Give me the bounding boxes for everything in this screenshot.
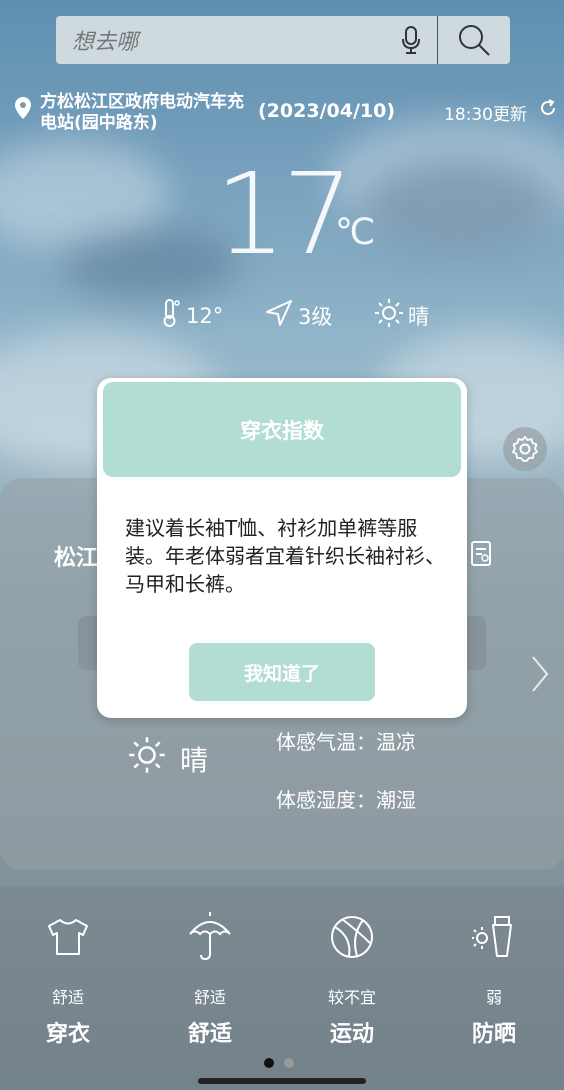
index-name: 舒适	[187, 1022, 232, 1047]
weather-stats: 12° 3级 晴	[0, 298, 564, 338]
shirt-icon	[8, 912, 128, 962]
index-level: 较不宜	[327, 988, 376, 1007]
chevron-right-icon[interactable]	[530, 654, 550, 698]
page-dot-active[interactable]	[264, 1058, 274, 1068]
sun-icon	[374, 298, 404, 333]
umbrella-icon	[150, 912, 270, 962]
index-level: 舒适	[51, 988, 84, 1007]
microphone-icon[interactable]	[385, 16, 438, 64]
date-label: (2023/04/10)	[258, 100, 396, 122]
wind-stat: 3级	[264, 298, 332, 333]
card-condition-text: 晴	[180, 743, 209, 777]
dialog-message: 建议着长袖T恤、衬衫加单裤等服装。年老体弱者宜着针织长袖衬衫、马甲和长裤。	[125, 516, 445, 596]
index-item-sunscreen[interactable]: 弱 防晒	[434, 912, 554, 1048]
location-pin-icon	[14, 96, 32, 124]
search-bar[interactable]: 想去哪	[56, 16, 510, 64]
settings-gear-icon[interactable]	[503, 427, 547, 471]
wind-direction-icon	[264, 298, 294, 333]
index-level: 弱	[485, 988, 502, 1007]
location-name: 方松松江区政府电动汽车充电站(园中路东)	[40, 92, 244, 133]
index-name: 运动	[329, 1022, 374, 1047]
wind-value: 3级	[298, 304, 333, 329]
condition-stat: 晴	[374, 298, 429, 333]
got-it-button[interactable]: 我知道了	[189, 643, 375, 701]
city-name: 松江	[54, 546, 99, 571]
clothing-index-dialog: 穿衣指数 建议着长袖T恤、衬衫加单裤等服装。年老体弱者宜着针织长袖衬衫、马甲和长…	[97, 378, 467, 718]
search-icon[interactable]	[438, 16, 510, 64]
index-name: 防晒	[471, 1022, 516, 1047]
page-dot[interactable]	[284, 1058, 294, 1068]
home-indicator[interactable]	[198, 1078, 366, 1084]
index-level: 舒适	[193, 988, 226, 1007]
index-item-clothing[interactable]: 舒适 穿衣	[8, 912, 128, 1048]
feel-temp: 体感气温：温凉	[276, 730, 416, 754]
document-icon[interactable]	[470, 540, 494, 572]
update-time: 18:30更新	[444, 105, 527, 125]
sun-icon	[128, 736, 166, 781]
sunscreen-icon	[434, 912, 554, 962]
feel-humidity: 体感湿度：潮湿	[276, 788, 416, 812]
page-indicator	[264, 1058, 294, 1068]
index-name: 穿衣	[45, 1022, 90, 1047]
dialog-title: 穿衣指数	[103, 382, 461, 477]
low-temp-value: 12°	[186, 303, 224, 328]
card-condition: 晴	[128, 736, 208, 781]
condition-value: 晴	[408, 304, 429, 329]
basketball-icon	[292, 912, 412, 962]
temperature-unit: ℃	[335, 212, 376, 253]
index-item-sport[interactable]: 较不宜 运动	[292, 912, 412, 1048]
thermometer-icon	[160, 298, 182, 333]
low-temp-stat: 12°	[160, 298, 223, 333]
index-item-comfort[interactable]: 舒适 舒适	[150, 912, 270, 1048]
location-row: 方松松江区政府电动汽车充电站(园中路东) (2023/04/10) 18:30更…	[14, 92, 555, 142]
refresh-icon[interactable]	[538, 98, 558, 122]
current-temperature: 17	[215, 150, 354, 280]
search-input[interactable]: 想去哪	[56, 24, 385, 56]
